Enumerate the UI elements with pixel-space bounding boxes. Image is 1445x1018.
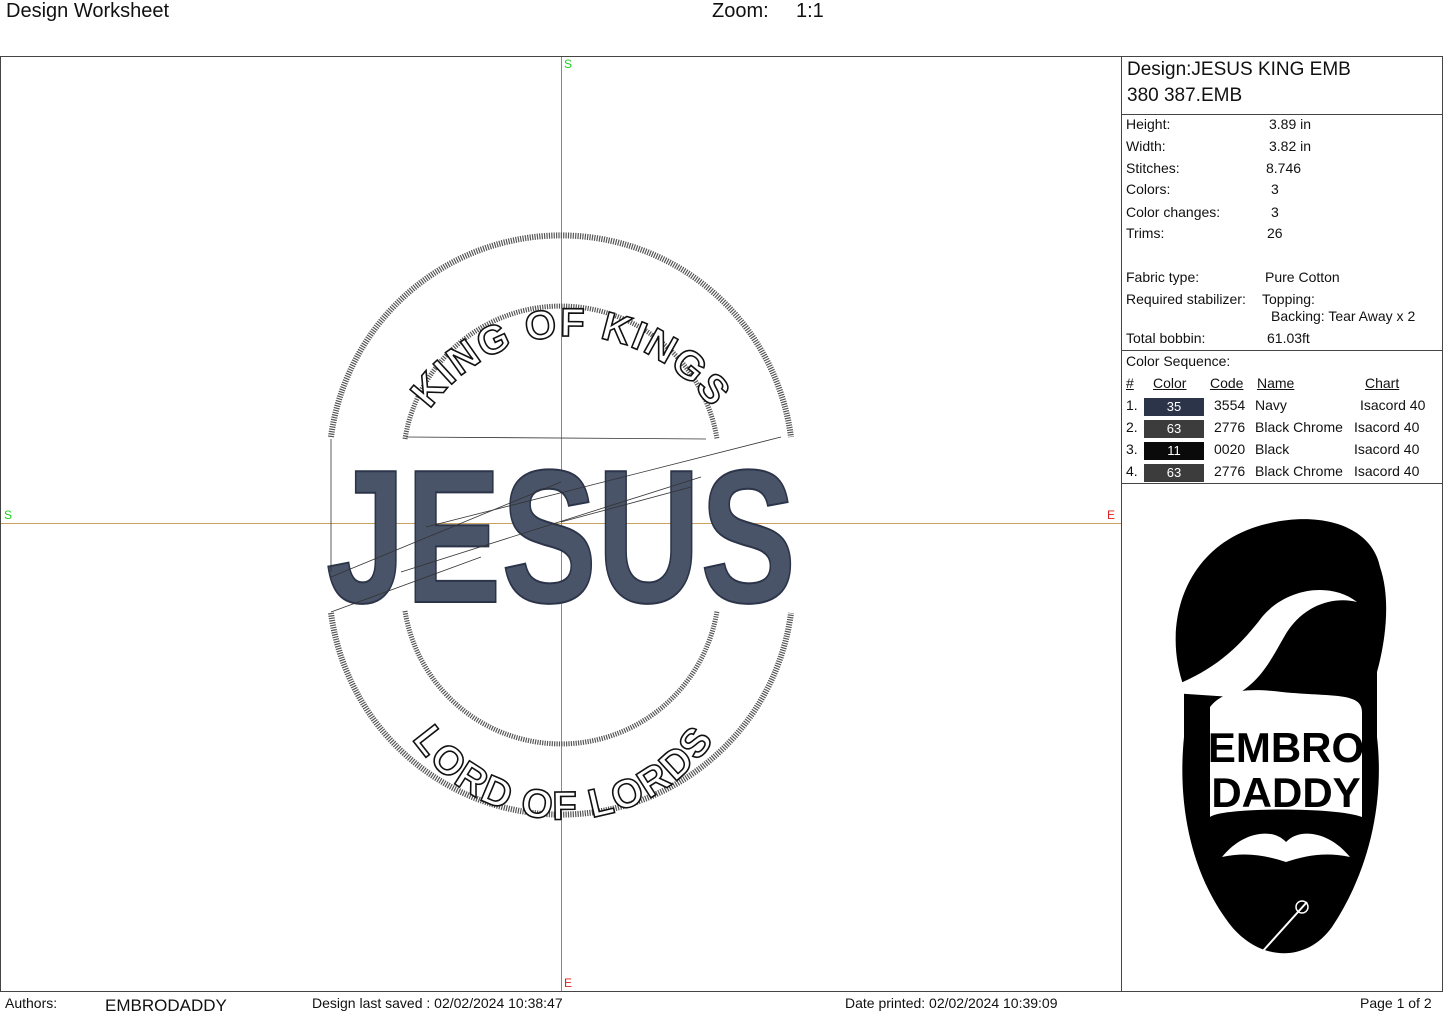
separator <box>1122 114 1443 115</box>
color-row-code: 2776 <box>1214 463 1246 479</box>
stat-stitches-label: Stitches: <box>1126 160 1180 176</box>
col-header-num: # <box>1126 375 1134 391</box>
last-saved: Design last saved : 02/02/2024 10:38:47 <box>312 995 563 1011</box>
zoom-label: Zoom: <box>712 0 769 22</box>
color-row-chart: Isacord 40 <box>1360 397 1426 413</box>
embroidery-design: KING OF KINGS LORD OF LORDS JESUS <box>325 232 797 830</box>
top-arc-text: KING OF KINGS <box>403 301 740 415</box>
stat-width-value: 3.82 in <box>1269 138 1312 154</box>
stat-color-changes-label: Color changes: <box>1126 204 1221 220</box>
color-swatch: 11 <box>1144 442 1204 460</box>
color-row-num: 2. <box>1126 419 1138 435</box>
stat-width-label: Width: <box>1126 138 1166 154</box>
col-header-name: Name <box>1257 375 1295 391</box>
stat-color-changes-value: 3 <box>1271 204 1279 220</box>
page-number: Page 1 of 2 <box>1360 995 1432 1011</box>
color-row-chart: Isacord 40 <box>1354 441 1420 457</box>
fabric-value: Pure Cotton <box>1265 269 1340 285</box>
fabric-label: Fabric type: <box>1126 269 1200 285</box>
worksheet-footer: Authors: EMBRODADDY Design last saved : … <box>0 992 1445 1018</box>
stat-height-value: 3.89 in <box>1269 116 1312 132</box>
color-row-name: Black Chrome <box>1255 419 1343 435</box>
bobbin-value: 61.03ft <box>1267 330 1310 346</box>
color-row-code: 2776 <box>1214 419 1246 435</box>
color-row-num: 1. <box>1126 397 1138 413</box>
zoom-value: 1:1 <box>796 0 824 22</box>
col-header-color: Color <box>1153 375 1187 391</box>
outer-ring-bottom <box>328 612 794 818</box>
color-row-chart: Isacord 40 <box>1354 419 1420 435</box>
bobbin-label: Total bobbin: <box>1126 330 1206 346</box>
authors-label: Authors: <box>5 995 58 1011</box>
color-row-code: 0020 <box>1214 441 1246 457</box>
main-word-jesus: JESUS <box>326 431 796 643</box>
topping-label: Topping: <box>1262 291 1315 307</box>
worksheet-title: Design Worksheet <box>6 0 170 22</box>
stat-trims-label: Trims: <box>1126 225 1165 241</box>
color-row-name: Navy <box>1255 397 1287 413</box>
color-swatch: 63 <box>1144 420 1204 438</box>
stat-height-label: Height: <box>1126 116 1171 132</box>
color-row-num: 3. <box>1126 441 1138 457</box>
color-swatch: 63 <box>1144 464 1204 482</box>
date-printed: Date printed: 02/02/2024 10:39:09 <box>845 995 1058 1011</box>
color-swatch: 35 <box>1144 398 1204 416</box>
logo-line1: EMBRO <box>1208 724 1364 771</box>
stat-colors-value: 3 <box>1271 181 1279 197</box>
separator <box>1122 350 1443 351</box>
color-row-code: 3554 <box>1214 397 1246 413</box>
design-info-panel: Design:JESUS KING EMB 380 387.EMB Height… <box>1122 57 1443 991</box>
stat-colors-label: Colors: <box>1126 181 1171 197</box>
separator <box>1122 483 1443 484</box>
stat-trims-value: 26 <box>1267 225 1283 241</box>
design-name: Design:JESUS KING EMB <box>1127 59 1351 80</box>
design-canvas: S S E E KING OF KINGS LORD OF LORDS JESU… <box>1 57 1121 991</box>
authors-value: EMBRODADDY <box>105 996 227 1015</box>
backing-label: Backing: Tear Away x 2 <box>1271 308 1416 324</box>
stat-stitches-value: 8.746 <box>1266 160 1302 176</box>
logo-line2: DADDY <box>1211 769 1360 816</box>
col-header-code: Code <box>1210 375 1244 391</box>
color-row-name: Black Chrome <box>1255 463 1343 479</box>
embrodaddy-logo: EMBRO DADDY <box>1157 519 1387 954</box>
stabilizer-label: Required stabilizer: <box>1126 291 1246 307</box>
design-file: 380 387.EMB <box>1127 85 1243 106</box>
color-sequence-title: Color Sequence: <box>1126 353 1231 369</box>
color-row-num: 4. <box>1126 463 1138 479</box>
color-row-name: Black <box>1255 441 1290 457</box>
color-row-chart: Isacord 40 <box>1354 463 1420 479</box>
col-header-chart: Chart <box>1365 375 1400 391</box>
bottom-arc-text: LORD OF LORDS <box>405 717 723 828</box>
